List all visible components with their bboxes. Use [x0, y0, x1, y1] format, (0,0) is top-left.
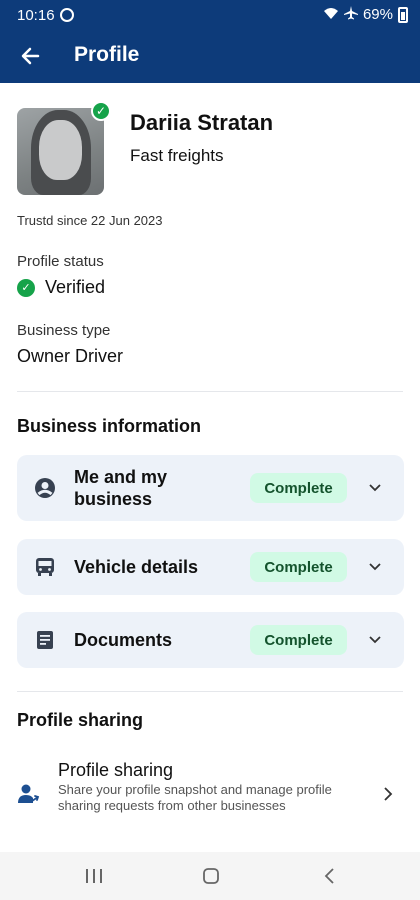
profile-sharing-description: Share your profile snapshot and manage p… [58, 782, 332, 813]
avatar-face [39, 120, 82, 180]
wifi-icon [323, 6, 339, 23]
profile-status-label: Profile status [17, 253, 104, 270]
check-circle-icon: ✓ [17, 278, 35, 297]
card-label: Vehicle details [74, 557, 199, 577]
bus-icon [34, 556, 56, 578]
profile-company: Fast freights [130, 146, 224, 165]
profile-sharing-title: Profile sharing [58, 760, 174, 780]
document-icon [34, 629, 56, 651]
chevron-right-icon [383, 786, 399, 802]
status-right-group: 69% [323, 6, 408, 23]
card-label: Me and my business [74, 467, 168, 509]
home-icon[interactable] [199, 864, 223, 888]
sync-icon [60, 8, 74, 22]
page-title: Profile [74, 43, 140, 66]
person-share-icon [17, 782, 41, 806]
section-title-profile-sharing: Profile sharing [17, 710, 144, 730]
profile-name: Dariia Stratan [130, 110, 274, 135]
trusted-since: Trustd since 22 Jun 2023 [17, 213, 163, 228]
card-label: Documents [74, 630, 173, 650]
section-title-business-information: Business information [17, 416, 202, 436]
divider [17, 691, 403, 692]
recents-icon[interactable] [82, 864, 106, 888]
account-circle-icon [34, 477, 56, 499]
status-badge: Complete [250, 552, 347, 582]
profile-sharing-row[interactable]: Profile sharing Share your profile snaps… [0, 752, 420, 836]
status-value-text: Verified [45, 277, 106, 297]
status-badge: Complete [250, 625, 347, 655]
card-vehicle-details[interactable]: Vehicle details Complete [17, 539, 404, 595]
verified-check-icon: ✓ [91, 101, 111, 121]
battery-icon [398, 6, 408, 23]
airplane-icon [343, 6, 358, 23]
card-me-and-my-business[interactable]: Me and my business Complete [17, 455, 404, 521]
battery-percent: 69% [362, 6, 393, 23]
back-button[interactable] [14, 40, 46, 72]
divider [17, 391, 403, 392]
business-type-label: Business type [17, 322, 111, 339]
app-bar: Profile [0, 30, 420, 83]
avatar [17, 108, 104, 195]
system-nav-bar [0, 852, 420, 900]
status-time: 10:16 [17, 7, 55, 24]
profile-status-value: ✓ Verified [17, 277, 105, 298]
chevron-down-icon [367, 632, 383, 648]
status-badge: Complete [250, 473, 347, 503]
status-bar: 10:16 69% [0, 0, 420, 30]
back-icon[interactable] [317, 864, 341, 888]
card-documents[interactable]: Documents Complete [17, 612, 404, 668]
arrow-back-icon [21, 47, 40, 65]
chevron-down-icon [367, 559, 383, 575]
business-type-value: Owner Driver [17, 346, 124, 366]
chevron-down-icon [367, 480, 383, 496]
